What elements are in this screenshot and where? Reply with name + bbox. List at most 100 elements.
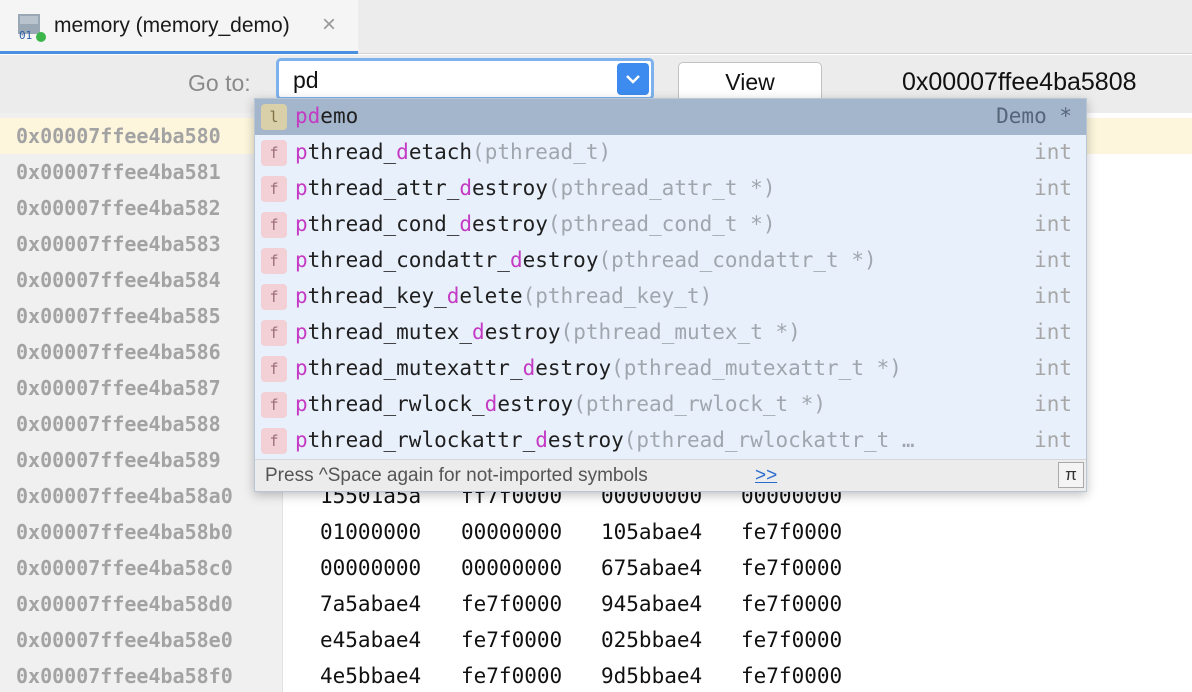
completion-name-part: estroy xyxy=(535,356,612,380)
completion-footer: Press ^Space again for not-imported symb… xyxy=(255,459,1086,491)
dropdown-button[interactable] xyxy=(617,63,649,95)
return-type: int xyxy=(1034,248,1072,272)
return-type: int xyxy=(1034,212,1072,236)
completion-name-part: p xyxy=(295,356,308,380)
completion-name-part: d xyxy=(459,176,473,200)
completion-name-part: p xyxy=(295,248,308,272)
memory-word: fe7f0000 xyxy=(741,628,843,652)
completion-name-part: pd xyxy=(295,104,321,128)
completion-item[interactable]: f pthread_rwlockattr_destroy(pthread_rwlo… xyxy=(255,423,1086,459)
row-address: 0x00007ffee4ba58c0 xyxy=(16,556,233,580)
completion-name-part: d xyxy=(472,320,485,344)
completion-item[interactable]: f pthread_rwlock_destroy(pthread_rwlock_t… xyxy=(255,387,1086,423)
function-icon: f xyxy=(261,248,287,274)
row-address: 0x00007ffee4ba58f0 xyxy=(16,664,233,688)
chevron-down-icon xyxy=(626,75,640,84)
goto-combobox[interactable] xyxy=(276,58,654,100)
function-icon: f xyxy=(261,356,287,382)
return-type: int xyxy=(1034,428,1072,452)
memory-word: 01000000 xyxy=(320,520,422,544)
row-address: 0x00007ffee4ba587 xyxy=(16,376,221,400)
completion-name-part: p xyxy=(295,176,308,200)
row-address: 0x00007ffee4ba581 xyxy=(16,160,221,184)
row-address: 0x00007ffee4ba58a0 xyxy=(16,484,233,508)
memory-word: e45abae4 xyxy=(320,628,422,652)
return-type: int xyxy=(1034,320,1072,344)
memory-word: 945abae4 xyxy=(601,592,703,616)
completion-label: pthread_attr_destroy(pthread_attr_t *) xyxy=(295,176,775,200)
tab-memory[interactable]: 01 memory (memory_demo) × xyxy=(0,0,358,54)
completion-name-part: thread_mutexattr_ xyxy=(307,356,523,380)
memory-word: 00000000 xyxy=(461,520,563,544)
completion-name-part: p xyxy=(295,320,308,344)
completion-name-part: estroy xyxy=(497,392,574,416)
completion-item[interactable]: l pdemo Demo * xyxy=(255,99,1086,135)
completion-name-part: p xyxy=(295,140,308,164)
row-address: 0x00007ffee4ba584 xyxy=(16,268,221,292)
goto-input[interactable] xyxy=(283,65,613,95)
function-icon: f xyxy=(261,320,287,346)
memory-row: 0x00007ffee4ba58b0 01000000 00000000 105aba… xyxy=(0,514,1192,550)
completion-item[interactable]: f pthread_mutex_destroy(pthread_mutex_t *… xyxy=(255,315,1086,351)
completion-name-part: p xyxy=(295,392,308,416)
completion-item[interactable]: f pthread_key_delete(pthread_key_t) int xyxy=(255,279,1086,315)
pi-icon[interactable]: π xyxy=(1058,462,1084,488)
completion-name-part: elete xyxy=(459,284,523,308)
completion-name-part: thread_ xyxy=(307,140,397,164)
return-type: int xyxy=(1034,392,1072,416)
row-address: 0x00007ffee4ba580 xyxy=(16,124,221,148)
view-button[interactable]: View xyxy=(678,62,822,102)
row-address: 0x00007ffee4ba58b0 xyxy=(16,520,233,544)
return-type: int xyxy=(1034,356,1072,380)
completion-signature: (pthread_rwlock_t *) xyxy=(573,392,827,416)
function-icon: f xyxy=(261,284,287,310)
completion-name-part: etach xyxy=(408,140,473,164)
completion-name-part: thread_condattr_ xyxy=(307,248,510,272)
completion-name-part: thread_key_ xyxy=(307,284,447,308)
memory-word: 00000000 xyxy=(461,556,563,580)
memory-word: 7a5abae4 xyxy=(320,592,422,616)
completion-item[interactable]: f pthread_condattr_destroy(pthread_condat… xyxy=(255,243,1086,279)
row-address: 0x00007ffee4ba582 xyxy=(16,196,221,220)
completion-label: pthread_cond_destroy(pthread_cond_t *) xyxy=(295,212,775,236)
memory-word: fe7f0000 xyxy=(461,628,563,652)
completion-label: pthread_detach(pthread_t) xyxy=(295,140,611,164)
memory-word: 675abae4 xyxy=(601,556,703,580)
completion-signature: (pthread_cond_t *) xyxy=(547,212,776,236)
goto-label: Go to: xyxy=(188,70,251,96)
completion-name-part: d xyxy=(396,140,409,164)
completion-name-part: thread_rwlock_ xyxy=(307,392,485,416)
function-icon: f xyxy=(261,176,287,202)
memory-row: 0x00007ffee4ba58f0 4e5bbae4 fe7f0000 9d5bba… xyxy=(0,658,1192,692)
close-icon[interactable]: × xyxy=(322,11,336,39)
completion-item[interactable]: f pthread_cond_destroy(pthread_cond_t *) i… xyxy=(255,207,1086,243)
completion-signature: (pthread_t) xyxy=(472,140,612,164)
more-symbols-link[interactable]: >> xyxy=(755,465,777,487)
completion-signature: (pthread_condattr_t *) xyxy=(598,248,877,272)
completion-name-part: d xyxy=(484,392,498,416)
completion-item[interactable]: f pthread_detach(pthread_t) int xyxy=(255,135,1086,171)
completion-signature: (pthread_mutex_t *) xyxy=(560,320,801,344)
memory-word: 105abae4 xyxy=(601,520,703,544)
completion-name-part: p xyxy=(295,212,308,236)
function-icon: f xyxy=(261,140,287,166)
completion-name-part: thread_mutex_ xyxy=(307,320,473,344)
completion-signature: (pthread_key_t) xyxy=(522,284,713,308)
completion-name-part: d xyxy=(509,248,523,272)
memory-word: fe7f0000 xyxy=(741,664,843,688)
completion-label: pthread_mutexattr_destroy(pthread_mutexa… xyxy=(295,356,902,380)
completion-name-part: estroy xyxy=(472,212,548,236)
function-icon: f xyxy=(261,212,287,238)
memory-word: fe7f0000 xyxy=(461,664,563,688)
memory-word: fe7f0000 xyxy=(741,592,843,616)
completion-item[interactable]: f pthread_attr_destroy(pthread_attr_t *) i… xyxy=(255,171,1086,207)
tab-title: memory (memory_demo) xyxy=(54,14,290,37)
row-address: 0x00007ffee4ba58e0 xyxy=(16,628,233,652)
completion-name-part: d xyxy=(459,212,473,236)
completion-label: pthread_rwlock_destroy(pthread_rwlock_t … xyxy=(295,392,826,416)
memory-word: fe7f0000 xyxy=(741,556,843,580)
row-address: 0x00007ffee4ba58d0 xyxy=(16,592,233,616)
completion-popup: l pdemo Demo * f pthread_detach(pthread_t) in… xyxy=(254,98,1087,492)
completion-item[interactable]: f pthread_mutexattr_destroy(pthread_mutex… xyxy=(255,351,1086,387)
completion-label: pdemo xyxy=(295,104,358,128)
